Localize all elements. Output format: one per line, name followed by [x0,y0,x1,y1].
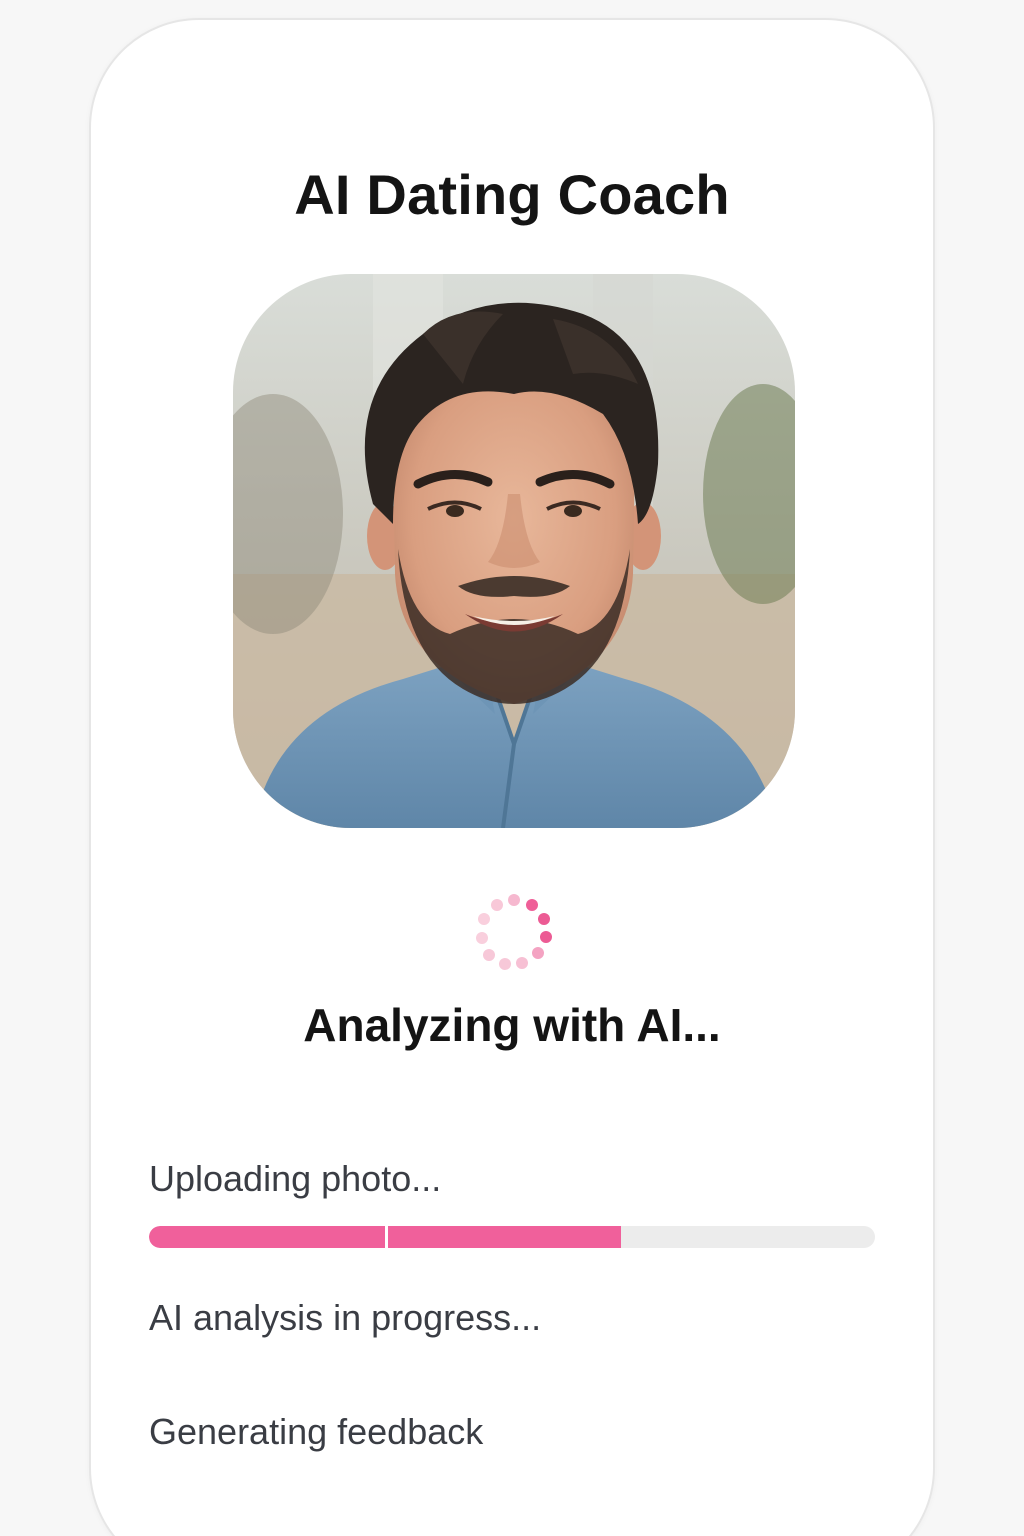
upload-progress-bar [149,1226,875,1248]
profile-photo-illustration [233,274,795,828]
profile-photo [233,274,795,828]
app-card: AI Dating Coach Analyzing with AI... Upl… [89,18,935,1536]
step-analysis-label: AI analysis in progress... [149,1297,542,1338]
step-upload-label: Uploading photo... [149,1158,442,1199]
step-feedback-label: Generating feedback [149,1411,484,1452]
progress-segment-divider [384,1226,388,1248]
loading-spinner-icon [476,894,552,970]
app-title: AI Dating Coach [294,163,730,226]
status-heading: Analyzing with AI... [303,999,721,1051]
